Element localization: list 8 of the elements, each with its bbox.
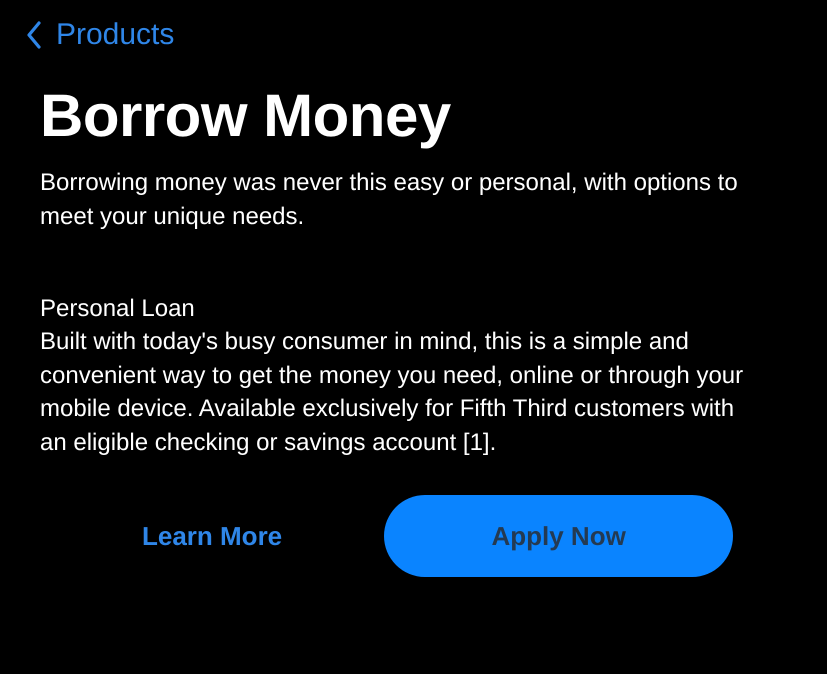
- apply-button[interactable]: Apply Now: [384, 495, 734, 577]
- intro-text: Borrowing money was never this easy or personal, with options to meet your unique needs.: [40, 168, 739, 232]
- back-link[interactable]: Products: [26, 18, 174, 52]
- section-description: Built with today's busy consumer in mind, this is a simple and convenient way to get the money you need, online or through your mobile device. Available exclusively for Fifth Third customers with an eligible checking or savings account [1].: [40, 327, 744, 458]
- back-chevron-icon[interactable]: [26, 21, 42, 49]
- learn-more-link[interactable]: Learn More: [142, 520, 282, 552]
- section-heading: Personal Loan: [40, 294, 195, 324]
- page-title: Borrow Money: [40, 81, 452, 151]
